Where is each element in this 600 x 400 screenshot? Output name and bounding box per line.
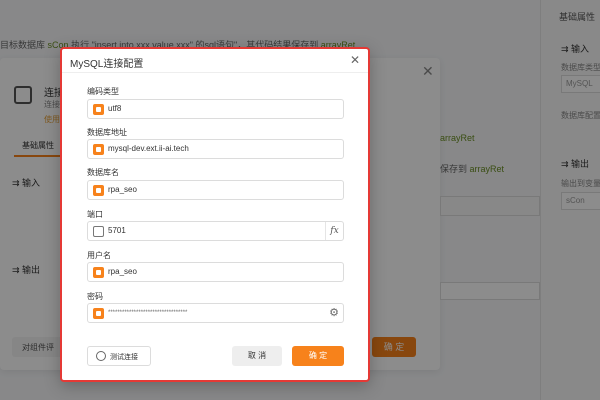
test-connection-icon [96, 351, 106, 361]
variable-icon [93, 185, 104, 196]
host-field[interactable]: mysql-dev.ext.ii-ai.tech [87, 139, 344, 159]
database-name-label: 数据库名 [87, 168, 119, 177]
variable-icon [93, 308, 104, 319]
password-label: 密码 [87, 292, 103, 301]
close-icon[interactable]: ✕ [350, 53, 360, 67]
fx-button[interactable]: fx [325, 222, 343, 240]
port-label: 端口 [87, 210, 103, 219]
cancel-button[interactable]: 取 消 [232, 346, 282, 366]
dialog-title: MySQL连接配置 [70, 59, 144, 70]
dialog-header: MySQL连接配置 ✕ [62, 49, 368, 73]
encoding-value: utf8 [108, 104, 122, 113]
port-value: 5701 [108, 226, 126, 235]
password-value: ********************************** [108, 310, 188, 316]
variable-icon [93, 104, 104, 115]
username-label: 用户名 [87, 251, 111, 260]
number-icon [93, 226, 104, 237]
port-field[interactable]: 5701 fx [87, 221, 344, 241]
mysql-config-dialog: MySQL连接配置 ✕ 编码类型 utf8 数据库地址 mysql-dev.ex… [60, 47, 370, 382]
confirm-button[interactable]: 确 定 [292, 346, 344, 366]
username-value: rpa_seo [108, 267, 137, 276]
encoding-label: 编码类型 [87, 87, 119, 96]
host-value: mysql-dev.ext.ii-ai.tech [108, 144, 189, 153]
variable-icon [93, 144, 104, 155]
test-connection-label: 测试连接 [110, 354, 138, 361]
database-name-value: rpa_seo [108, 185, 137, 194]
host-label: 数据库地址 [87, 128, 127, 137]
password-field[interactable]: ********************************** ⚙ [87, 303, 344, 323]
username-field[interactable]: rpa_seo [87, 262, 344, 282]
variable-icon [93, 267, 104, 278]
gear-icon[interactable]: ⚙ [328, 307, 340, 319]
database-name-field[interactable]: rpa_seo [87, 180, 344, 200]
test-connection-button[interactable]: 测试连接 [87, 346, 151, 366]
encoding-field[interactable]: utf8 [87, 99, 344, 119]
